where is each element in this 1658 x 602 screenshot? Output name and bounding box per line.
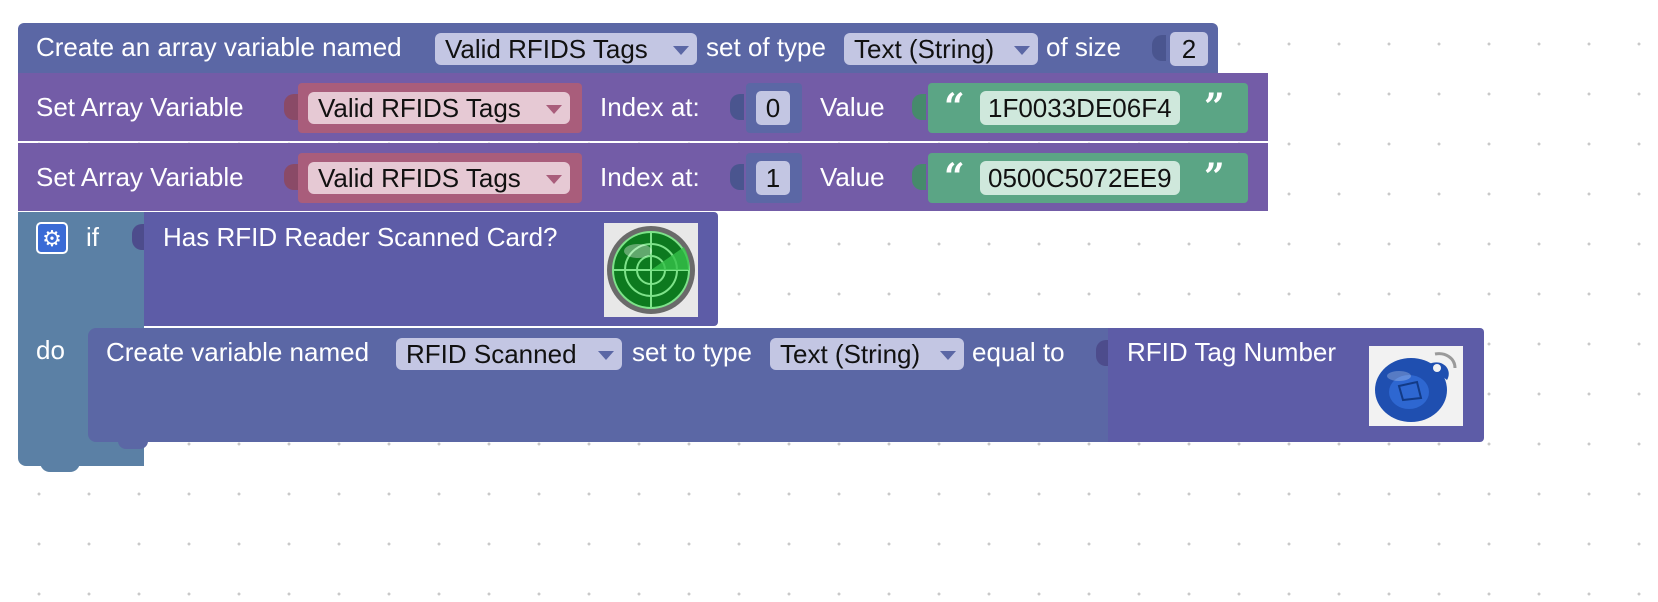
array-var-dropdown[interactable]: Valid RFIDS Tags xyxy=(308,92,570,124)
input-notch xyxy=(284,164,298,190)
value-label: Value xyxy=(820,92,885,122)
index-label: Index at: xyxy=(600,92,700,122)
set-array-label: Set Array Variable xyxy=(36,162,244,192)
index-block[interactable]: 0 xyxy=(746,83,802,133)
chevron-down-icon xyxy=(1014,46,1030,55)
rfid-keyfob-icon xyxy=(1369,346,1463,426)
array-var-dropdown[interactable]: Valid RFIDS Tags xyxy=(308,162,570,194)
mutator-gear-button[interactable]: ⚙ xyxy=(36,222,68,254)
index-label: Index at: xyxy=(600,162,700,192)
set-of-type-label: set of type xyxy=(706,32,826,62)
string-value-field[interactable]: 1F0033DE06F4 xyxy=(980,91,1180,125)
close-quote-icon: ” xyxy=(1204,86,1225,128)
rfid-tag-number-label: RFID Tag Number xyxy=(1127,337,1337,367)
rfid-scanned-condition-block[interactable]: Has RFID Reader Scanned Card? xyxy=(144,212,718,326)
input-notch xyxy=(1152,35,1166,61)
array-var-value: Valid RFIDS Tags xyxy=(318,163,521,193)
array-name-value: Valid RFIDS Tags xyxy=(445,34,648,64)
create-var-label: Create variable named xyxy=(106,337,370,367)
if-do-bottom-cap xyxy=(40,458,80,472)
create-var-block[interactable]: Create variable named RFID Scanned set t… xyxy=(88,328,1108,442)
if-label: if xyxy=(86,222,99,252)
create-array-block[interactable]: Create an array variable named Valid RFI… xyxy=(18,23,1218,73)
array-type-value: Text (String) xyxy=(854,34,995,64)
do-label: do xyxy=(36,335,65,365)
index-block[interactable]: 1 xyxy=(746,153,802,203)
var-name-dropdown[interactable]: RFID Scanned xyxy=(396,338,622,370)
array-name-dropdown[interactable]: Valid RFIDS Tags xyxy=(435,33,697,65)
var-type-value: Text (String) xyxy=(780,339,921,369)
array-type-dropdown[interactable]: Text (String) xyxy=(844,33,1038,65)
radar-icon xyxy=(604,223,698,317)
array-size-field[interactable]: 2 xyxy=(1170,32,1208,66)
equal-to-label: equal to xyxy=(972,337,1065,367)
var-pill-block[interactable]: Valid RFIDS Tags xyxy=(298,83,582,133)
gear-icon: ⚙ xyxy=(42,226,62,251)
input-notch xyxy=(730,94,744,120)
string-block[interactable]: “ 0500C5072EE9 ” xyxy=(928,153,1248,203)
string-value-field[interactable]: 0500C5072EE9 xyxy=(980,161,1180,195)
set-array-block-1[interactable]: Set Array Variable Valid RFIDS Tags Inde… xyxy=(18,143,1268,211)
create-array-label: Create an array variable named xyxy=(36,32,402,62)
chevron-down-icon xyxy=(598,351,614,360)
chevron-down-icon xyxy=(546,105,562,114)
string-block[interactable]: “ 1F0033DE06F4 ” xyxy=(928,83,1248,133)
input-notch xyxy=(912,94,926,120)
value-label: Value xyxy=(820,162,885,192)
chevron-down-icon xyxy=(673,46,689,55)
index-field[interactable]: 0 xyxy=(756,91,790,125)
set-to-type-label: set to type xyxy=(632,337,752,367)
var-type-dropdown[interactable]: Text (String) xyxy=(770,338,964,370)
chevron-down-icon xyxy=(940,351,956,360)
var-name-value: RFID Scanned xyxy=(406,339,577,369)
close-quote-icon: ” xyxy=(1204,156,1225,198)
rfid-tag-number-block[interactable]: RFID Tag Number xyxy=(1108,328,1484,442)
input-notch xyxy=(284,94,298,120)
array-var-value: Valid RFIDS Tags xyxy=(318,93,521,123)
set-array-label: Set Array Variable xyxy=(36,92,244,122)
condition-label: Has RFID Reader Scanned Card? xyxy=(163,222,558,252)
create-var-bottom-notch xyxy=(118,440,148,449)
var-pill-block[interactable]: Valid RFIDS Tags xyxy=(298,153,582,203)
open-quote-icon: “ xyxy=(944,86,965,128)
of-size-label: of size xyxy=(1046,32,1122,62)
chevron-down-icon xyxy=(546,175,562,184)
input-notch xyxy=(912,164,926,190)
set-array-block-0[interactable]: Set Array Variable Valid RFIDS Tags Inde… xyxy=(18,73,1268,141)
input-notch xyxy=(730,164,744,190)
index-field[interactable]: 1 xyxy=(756,161,790,195)
open-quote-icon: “ xyxy=(944,156,965,198)
